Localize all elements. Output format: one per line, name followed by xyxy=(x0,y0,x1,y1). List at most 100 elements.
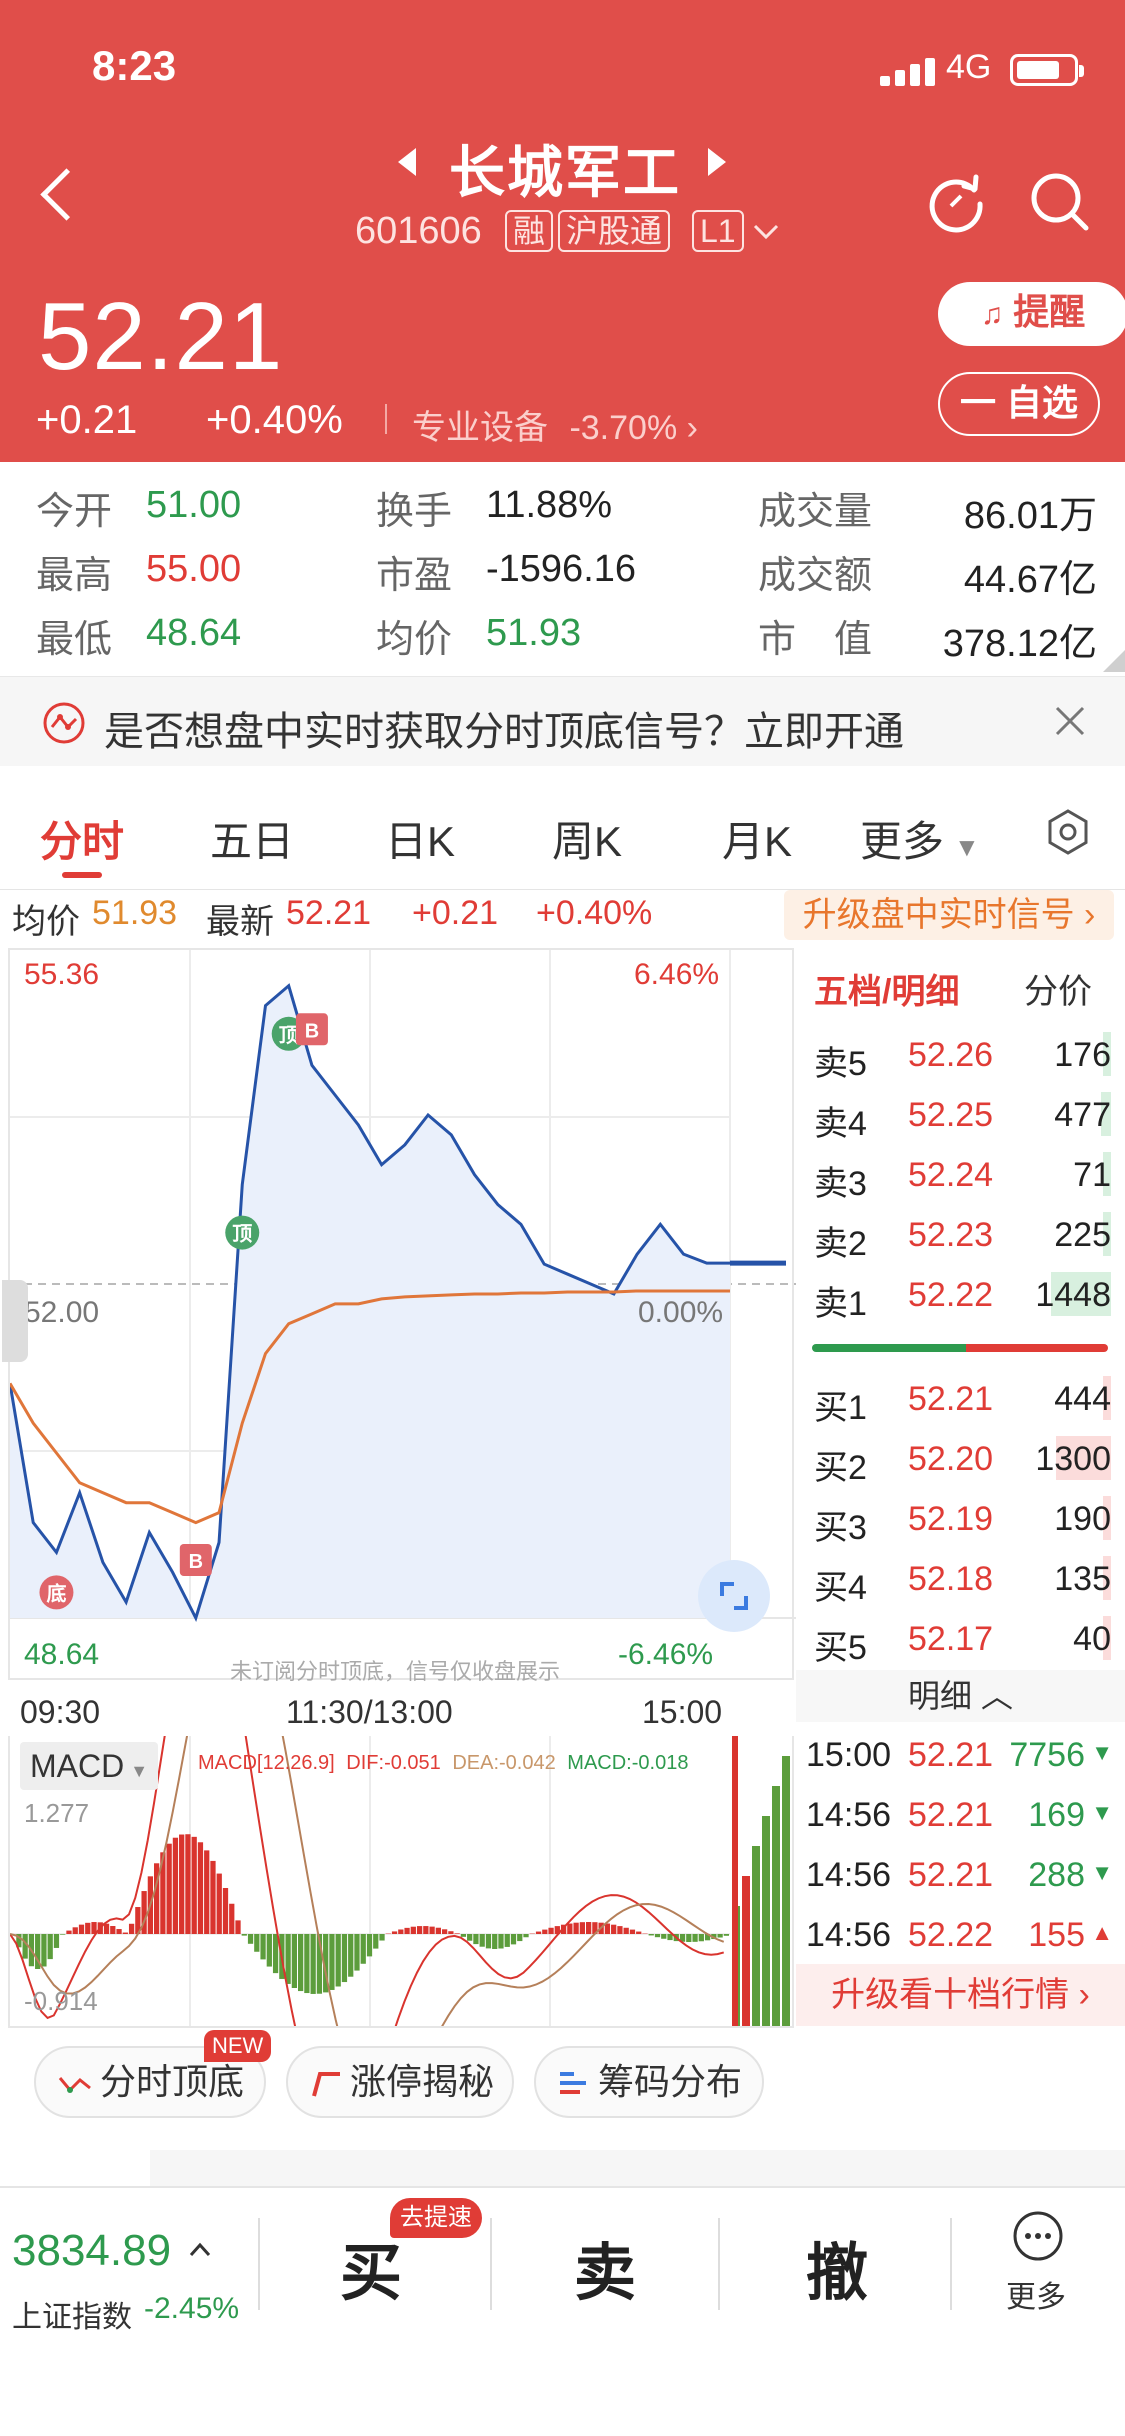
macd-bar xyxy=(179,1834,185,1934)
chevron-right-icon: › xyxy=(686,409,698,447)
tab-monthly-k[interactable]: 月K xyxy=(722,808,792,869)
bid-row-2[interactable]: 买2 52.20 1300 xyxy=(796,1430,1125,1490)
open-value: 51.00 xyxy=(146,484,242,526)
macd-bar xyxy=(567,1923,573,1934)
ask-row-1[interactable]: 卖5 52.26 176 xyxy=(796,1026,1125,1086)
back-icon[interactable] xyxy=(30,168,90,228)
macd-bar xyxy=(260,1934,266,1960)
chart-top-pct: 6.46% xyxy=(634,958,720,991)
ask-row-4[interactable]: 卖2 52.23 225 xyxy=(796,1206,1125,1266)
cancel-order-button[interactable]: 撤 xyxy=(806,2222,868,2312)
fullscreen-icon[interactable] xyxy=(698,1560,770,1632)
detail-toggle[interactable]: 明细 ︿ xyxy=(796,1670,1125,1722)
refresh-icon[interactable] xyxy=(924,168,990,234)
macd-bar xyxy=(166,1843,172,1934)
indicator-selector[interactable]: MACD ▼ xyxy=(20,1742,159,1790)
settings-icon[interactable] xyxy=(1044,808,1092,856)
macd-bar xyxy=(128,1923,135,1934)
bid-row-3[interactable]: 买3 52.19 190 xyxy=(796,1490,1125,1550)
chevron-up-icon[interactable] xyxy=(188,2240,212,2258)
level-volume: 40 xyxy=(1073,1620,1111,1658)
close-icon[interactable] xyxy=(1054,705,1086,737)
sell-button[interactable]: 卖 xyxy=(574,2222,636,2312)
summary-latest-value: 52.21 xyxy=(286,894,372,932)
upgrade-signal-button[interactable]: 升级盘中实时信号 › xyxy=(784,890,1114,940)
chart-time-end: 15:00 xyxy=(642,1694,723,1730)
bid-row-5[interactable]: 买5 52.17 40 xyxy=(796,1610,1125,1670)
macd-bar xyxy=(53,1934,60,1948)
macd-panel[interactable]: MACD ▼ MACD[12.26.9] DIF:-0.051 DEA:-0.04… xyxy=(8,1574,794,2149)
chevron-down-icon[interactable] xyxy=(752,222,780,242)
macd-bar xyxy=(60,1934,66,1935)
macd-bar xyxy=(423,1926,429,1934)
index-name: 上证指数 xyxy=(12,2301,132,2334)
macd-bar xyxy=(335,1934,341,1987)
upgrade-signal-label: 升级盘中实时信号 xyxy=(802,896,1075,934)
ask-row-5[interactable]: 卖1 52.22 1448 xyxy=(796,1266,1125,1326)
level-volume: 71 xyxy=(1073,1156,1111,1194)
tab-five-day[interactable]: 五日 xyxy=(210,808,294,869)
sector-link[interactable]: 专业设备 -3.70% › xyxy=(412,400,698,449)
bid-row-1[interactable]: 买1 52.21 444 xyxy=(796,1370,1125,1430)
add-favorite-button[interactable]: 一 自选 xyxy=(938,372,1100,436)
book-header-right[interactable]: 分价 xyxy=(1024,964,1092,1013)
macd-bar xyxy=(404,1927,410,1934)
macd-top: 1.277 xyxy=(24,1798,90,1828)
macd-bar xyxy=(204,1850,210,1934)
more-label[interactable]: 更多 xyxy=(1006,2272,1066,2316)
macd-bar xyxy=(285,1934,291,1984)
tab-intraday[interactable]: 分时 xyxy=(40,808,124,869)
low-label: 最低 xyxy=(36,619,113,661)
level-price: 52.23 xyxy=(908,1216,994,1254)
level-price: 52.25 xyxy=(908,1096,994,1134)
auction-bar xyxy=(732,1736,738,2026)
more-icon[interactable] xyxy=(1012,2210,1064,2262)
tag-margin[interactable]: 融 xyxy=(505,210,554,252)
macd-bar xyxy=(636,1931,642,1934)
expand-corner-icon[interactable] xyxy=(1103,650,1125,672)
level-price: 52.18 xyxy=(908,1560,994,1598)
tab-more[interactable]: 更多 ▼ xyxy=(860,808,980,869)
tag-connect[interactable]: 沪股通 xyxy=(558,210,671,252)
macd-bar xyxy=(579,1922,585,1934)
level-volume: 176 xyxy=(1054,1036,1111,1074)
intraday-chart[interactable]: 顶顶底BB 55.36 6.46% 52.00 0.00% 48.64 -6.4… xyxy=(2,948,796,1730)
level-label: 卖3 xyxy=(814,1165,867,1203)
tab-weekly-k[interactable]: 周K xyxy=(552,808,622,869)
prev-stock-icon[interactable] xyxy=(398,148,416,176)
macd-bar xyxy=(66,1930,72,1934)
macd-bar xyxy=(354,1934,360,1971)
macd-values: MACD[12.26.9] DIF:-0.051 DEA:-0.042 MACD… xyxy=(198,1752,688,1775)
macd-bar xyxy=(197,1842,204,1934)
buy-sell-ratio-bar xyxy=(812,1344,1108,1352)
macd-bar xyxy=(535,1931,542,1934)
index-value[interactable]: 3834.89 xyxy=(12,2226,171,2276)
tab-daily-k[interactable]: 日K xyxy=(385,808,455,869)
macd-bar xyxy=(448,1931,454,1934)
remind-button[interactable]: ♫ 提醒 xyxy=(938,282,1125,346)
ask-row-3[interactable]: 卖3 52.24 71 xyxy=(796,1146,1125,1206)
status-time: 8:23 xyxy=(92,42,177,89)
tool-limit-up[interactable]: 涨停揭秘 xyxy=(286,2046,514,2118)
tick-volume: 155 xyxy=(1028,1916,1085,1954)
search-icon[interactable] xyxy=(1026,168,1092,234)
level-label: 买3 xyxy=(814,1509,867,1547)
signal-banner[interactable]: 是否想盘中实时获取分时顶底信号？立即开通 xyxy=(0,676,1125,766)
level-price: 52.24 xyxy=(908,1156,994,1194)
upgrade-ten-level-button[interactable]: 升级看十档行情 › xyxy=(796,1964,1125,2026)
bid-row-4[interactable]: 买4 52.18 135 xyxy=(796,1550,1125,1610)
stock-code: 601606 xyxy=(355,210,482,252)
tool-chip-distribution[interactable]: 筹码分布 xyxy=(534,2046,764,2118)
tag-level[interactable]: L1 xyxy=(692,210,744,252)
tick-time: 14:56 xyxy=(806,1856,892,1894)
stock-name: 长城军工 xyxy=(449,141,681,204)
macd-bar xyxy=(617,1926,623,1934)
side-handle[interactable] xyxy=(2,1280,28,1362)
next-stock-icon[interactable] xyxy=(708,148,726,176)
book-header[interactable]: 五档/明细 xyxy=(814,964,959,1013)
current-price: 52.21 xyxy=(38,283,284,390)
volume-value: 86.01万 xyxy=(963,495,1097,537)
level-volume: 444 xyxy=(1054,1380,1111,1418)
trend-icon xyxy=(58,2077,91,2093)
ask-row-2[interactable]: 卖4 52.25 477 xyxy=(796,1086,1125,1146)
